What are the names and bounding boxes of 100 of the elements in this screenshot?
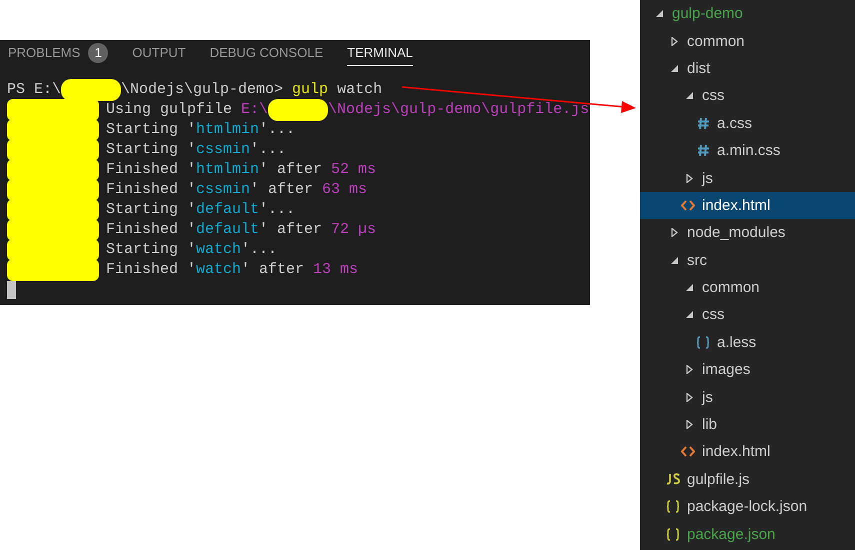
expanded-triangle-icon [655, 9, 664, 18]
terminal-text: watch [336, 80, 382, 100]
terminal-text: Finished ' [106, 160, 196, 180]
expanded-triangle-icon [670, 256, 679, 265]
item-label: index.html [702, 196, 770, 214]
terminal-text: Starting ' [106, 200, 196, 220]
terminal-text: watch [196, 240, 242, 260]
terminal-text: '... [241, 240, 278, 260]
panel-tab[interactable]: OUTPUT [132, 40, 186, 66]
terminal-text: E:\ [241, 100, 268, 120]
hash-icon [695, 144, 711, 158]
expanded-triangle-icon [685, 91, 694, 100]
expanded-triangle-icon [685, 283, 694, 292]
item-label: js [702, 388, 713, 406]
collapsed-triangle-icon [670, 228, 679, 238]
folder-item[interactable]: css [640, 301, 855, 329]
terminal-cursor [7, 281, 16, 299]
terminal-text: Starting ' [106, 240, 196, 260]
curly-braces-icon [695, 335, 711, 350]
item-label: node_modules [687, 224, 786, 242]
terminal-text: htmlmin [196, 120, 260, 140]
curly-braces-icon [665, 500, 681, 514]
folder-item[interactable]: dist [640, 54, 855, 82]
folder-item[interactable]: js [640, 164, 855, 192]
item-label: css [702, 87, 724, 104]
terminal-text: Finished ' [106, 180, 196, 200]
terminal-text: 63 ms [322, 180, 368, 200]
terminal-text: cssmin [196, 180, 250, 200]
file-item[interactable]: package-lock.json [640, 493, 855, 520]
terminal-text: \Nodejs\gulp-demo\gulpfile.js [328, 100, 590, 120]
folder-item[interactable]: js [640, 383, 855, 411]
folder-item[interactable]: images [640, 356, 855, 384]
collapsed-triangle-icon [685, 420, 694, 430]
item-label: common [702, 279, 760, 296]
terminal-text: Starting ' [106, 140, 196, 160]
folder-item[interactable]: src [640, 246, 855, 274]
terminal-text: Finished ' [106, 260, 196, 280]
folder-item[interactable]: lib [640, 410, 855, 438]
folder-item[interactable]: common [640, 27, 855, 55]
file-item[interactable]: index.html [640, 438, 855, 466]
terminal-text: '... [250, 140, 286, 160]
curly-braces-icon [665, 527, 681, 542]
item-label: js [702, 170, 713, 187]
terminal-text: default [196, 200, 260, 220]
file-item[interactable]: a.less [640, 328, 855, 356]
terminal-text: default [196, 220, 260, 240]
terminal-text: 13 ms [313, 260, 358, 280]
terminal-text: ' after [241, 260, 306, 280]
collapsed-triangle-icon [685, 365, 694, 374]
terminal-text: PS E:\ [7, 80, 62, 100]
folder-item[interactable]: common [640, 274, 855, 302]
item-label: gulpfile.js [687, 470, 750, 488]
item-label: a.min.css [717, 142, 780, 160]
collapsed-triangle-icon [685, 392, 694, 402]
file-item[interactable]: a.css [640, 110, 855, 137]
terminal-text: ' after [259, 220, 324, 240]
js-icon [665, 472, 681, 486]
terminal-text: \Nodejs\gulp-demo> [121, 80, 284, 100]
item-label: common [687, 32, 745, 50]
count-badge: 1 [88, 42, 108, 62]
folder-item[interactable]: css [640, 82, 855, 110]
terminal-text: Using gulpfile [106, 100, 234, 120]
item-label: a.css [717, 114, 752, 132]
code-brackets-icon [680, 198, 696, 212]
folder-item[interactable]: node_modules [640, 219, 855, 247]
panel-tab[interactable]: TERMINAL [347, 40, 413, 66]
terminal-text: Starting ' [106, 120, 196, 140]
terminal-text: '... [259, 200, 296, 220]
item-label: index.html [702, 443, 770, 460]
terminal-text: watch [196, 260, 242, 280]
panel-tab[interactable]: DEBUG CONSOLE [210, 40, 324, 66]
terminal-text: '... [259, 120, 296, 140]
folder-item[interactable]: gulp-demo [640, 0, 855, 28]
item-label: dist [687, 60, 710, 77]
terminal-text: ' after [259, 160, 324, 180]
terminal-text: Finished ' [106, 220, 196, 240]
terminal-text: cssmin [196, 140, 250, 160]
terminal-text: 52 ms [331, 160, 376, 180]
terminal-text: htmlmin [196, 160, 260, 180]
item-label: a.less [717, 334, 756, 351]
terminal-text: ' after [250, 180, 314, 200]
file-item[interactable]: a.min.css [640, 136, 855, 164]
redaction-scribble [268, 99, 328, 121]
item-label: gulp-demo [672, 5, 743, 22]
item-label: css [702, 306, 724, 324]
file-item[interactable]: index.html [640, 192, 855, 220]
code-brackets-icon [680, 444, 696, 459]
item-label: package-lock.json [687, 498, 808, 516]
item-label: images [702, 361, 750, 378]
collapsed-triangle-icon [670, 36, 679, 46]
expanded-triangle-icon [685, 310, 694, 320]
hash-icon [695, 116, 711, 130]
expanded-triangle-icon [670, 64, 679, 73]
terminal-text: 72 µs [331, 220, 376, 240]
collapsed-triangle-icon [685, 174, 694, 183]
panel-tab[interactable]: PROBLEMS 1 [8, 40, 108, 66]
item-label: src [687, 252, 707, 269]
file-item[interactable]: gulpfile.js [640, 466, 855, 494]
file-item[interactable]: package.json [640, 520, 855, 548]
item-label: package.json [687, 526, 776, 543]
